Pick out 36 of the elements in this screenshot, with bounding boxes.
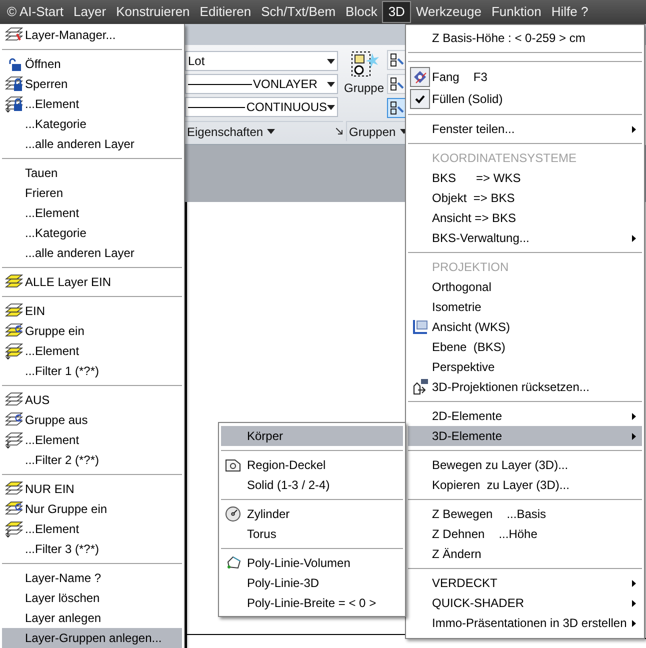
menu-bar-item[interactable]: Editieren [194, 1, 256, 23]
group-button[interactable]: Gruppe [344, 49, 384, 101]
menu-item[interactable]: Layer-Gruppen anlegen... [2, 628, 182, 648]
layers-icon [4, 520, 22, 538]
layers-icon [4, 342, 22, 360]
menu-bar-item[interactable]: Hilfe ? [546, 1, 594, 23]
menu-bar-item[interactable]: Werkzeuge [410, 1, 486, 23]
dropdown-field[interactable]: VONLAYER [185, 74, 338, 94]
panel-title: Eigenschaften [186, 124, 264, 140]
layers-lock-icon [4, 95, 22, 113]
menu-heading: KOORDINATENSYSTEME [431, 150, 578, 167]
dropdown-arrow-icon [327, 58, 335, 64]
layers-icon [4, 431, 22, 449]
menu-bar-item[interactable]: Funktion [486, 1, 546, 23]
axes-view-icon [411, 318, 429, 336]
menu-bar-item[interactable]: 3D [382, 1, 411, 23]
menu-bar-item[interactable]: Block [340, 1, 382, 23]
menu-heading: PROJEKTION [431, 259, 510, 276]
menu-bar-item[interactable]: Konstruieren [111, 1, 195, 23]
menu-item[interactable]: Körper [221, 426, 403, 446]
layers-lock-icon [4, 75, 22, 93]
group-tool-icon [387, 98, 407, 118]
menu-item[interactable]: 3D-Elemente [408, 426, 642, 446]
dropdown-arrow-icon [327, 104, 335, 110]
menu-bar-item[interactable]: Sch/Txt/Bem [256, 1, 341, 23]
dropdown-field[interactable]: CONTINUOUS [185, 97, 338, 117]
dropdown-arrow-icon [267, 129, 276, 134]
dropdown-field[interactable]: Lot [185, 51, 338, 71]
menu-bar-item[interactable]: Layer [68, 1, 112, 23]
dialog-launcher-icon [336, 128, 343, 135]
dropdown-arrow-icon [327, 82, 335, 86]
checkmark-icon [415, 94, 425, 104]
snap-icon [412, 69, 428, 85]
menu-bar-item[interactable]: © AI-Start [2, 1, 69, 23]
panel-title: Gruppen [348, 124, 396, 140]
reset-view-icon [411, 378, 429, 396]
